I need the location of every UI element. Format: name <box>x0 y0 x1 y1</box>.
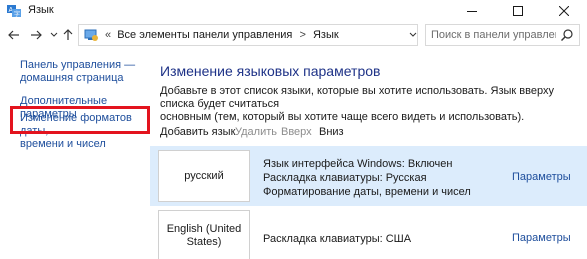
minimize-button[interactable] <box>449 0 495 22</box>
control-panel-icon <box>83 27 99 43</box>
maximize-button[interactable] <box>495 0 541 22</box>
chevron-down-icon <box>50 32 58 37</box>
language-row-english[interactable]: English (United States) Раскладка клавиа… <box>150 206 587 259</box>
language-tile[interactable]: English (United States) <box>158 210 250 259</box>
arrow-up-icon <box>63 29 73 40</box>
language-row-russian[interactable]: русский Язык интерфейса Windows: Включен… <box>150 146 587 206</box>
link-text-line: времени и чисел <box>20 138 106 150</box>
address-row: « Все элементы панели управления > Язык <box>0 22 587 49</box>
language-details: Язык интерфейса Windows: Включен Расклад… <box>263 157 471 199</box>
title-bar: A 字 Язык <box>0 0 587 22</box>
maximize-icon <box>513 6 523 16</box>
forward-button[interactable] <box>28 27 44 43</box>
remove-button[interactable]: Удалить <box>235 126 277 138</box>
add-language-button[interactable]: Добавить язык <box>160 126 235 138</box>
search-box <box>425 24 580 46</box>
up-button[interactable] <box>60 27 76 43</box>
formatting-status: Форматирование даты, времени и чисел <box>263 186 471 198</box>
description-line: Добавьте в этот список языки, которые вы… <box>160 85 554 110</box>
language-name-line: States) <box>186 236 222 248</box>
minimize-icon <box>467 11 477 12</box>
page-title: Изменение языковых параметров <box>160 63 381 79</box>
language-list: русский Язык интерфейса Windows: Включен… <box>150 146 587 259</box>
language-toolbar: Добавить язык Удалить Вверх Вниз <box>150 120 587 142</box>
link-text-line: домашняя страница <box>20 72 124 84</box>
address-dropdown-button[interactable] <box>405 27 421 43</box>
arrow-left-icon <box>8 30 19 40</box>
close-button[interactable] <box>541 0 587 22</box>
red-highlight-frame <box>10 106 150 134</box>
back-button[interactable] <box>6 27 22 43</box>
ui-language-status: Язык интерфейса Windows: Включен <box>263 158 453 170</box>
breadcrumb-separator[interactable]: > <box>299 29 305 41</box>
breadcrumb-language[interactable]: Язык <box>313 29 339 41</box>
breadcrumb: « Все элементы панели управления > Язык <box>105 29 339 41</box>
search-icon[interactable] <box>560 28 574 42</box>
language-app-icon: A 字 <box>6 3 22 19</box>
language-details: Раскладка клавиатуры: США <box>263 232 411 246</box>
language-name-line: English (United <box>166 223 242 235</box>
svg-text:字: 字 <box>14 10 20 18</box>
control-panel-home-link[interactable]: Панель управления — домашняя страница <box>20 59 135 85</box>
breadcrumb-overflow[interactable]: « <box>105 29 111 41</box>
language-options-link[interactable]: Параметры <box>512 232 571 244</box>
language-tile[interactable]: русский <box>158 150 250 202</box>
arrow-right-icon <box>31 30 42 40</box>
language-options-link[interactable]: Параметры <box>512 171 571 183</box>
search-input[interactable] <box>426 25 556 45</box>
keyboard-layout: Раскладка клавиатуры: Русская <box>263 172 427 184</box>
breadcrumb-all-items[interactable]: Все элементы панели управления <box>117 29 292 41</box>
window-title: Язык <box>28 4 54 16</box>
move-up-button[interactable]: Вверх <box>281 126 312 138</box>
description: Добавьте в этот список языки, которые вы… <box>160 85 580 124</box>
left-pane: Панель управления — домашняя страница До… <box>0 49 150 259</box>
move-down-button[interactable]: Вниз <box>319 126 344 138</box>
address-bar[interactable]: « Все элементы панели управления > Язык <box>78 24 418 46</box>
link-text-line: Панель управления — <box>20 59 136 71</box>
close-icon <box>559 6 569 16</box>
language-name: русский <box>184 169 224 182</box>
chevron-down-icon <box>409 32 417 37</box>
keyboard-layout: Раскладка клавиатуры: США <box>263 233 412 245</box>
